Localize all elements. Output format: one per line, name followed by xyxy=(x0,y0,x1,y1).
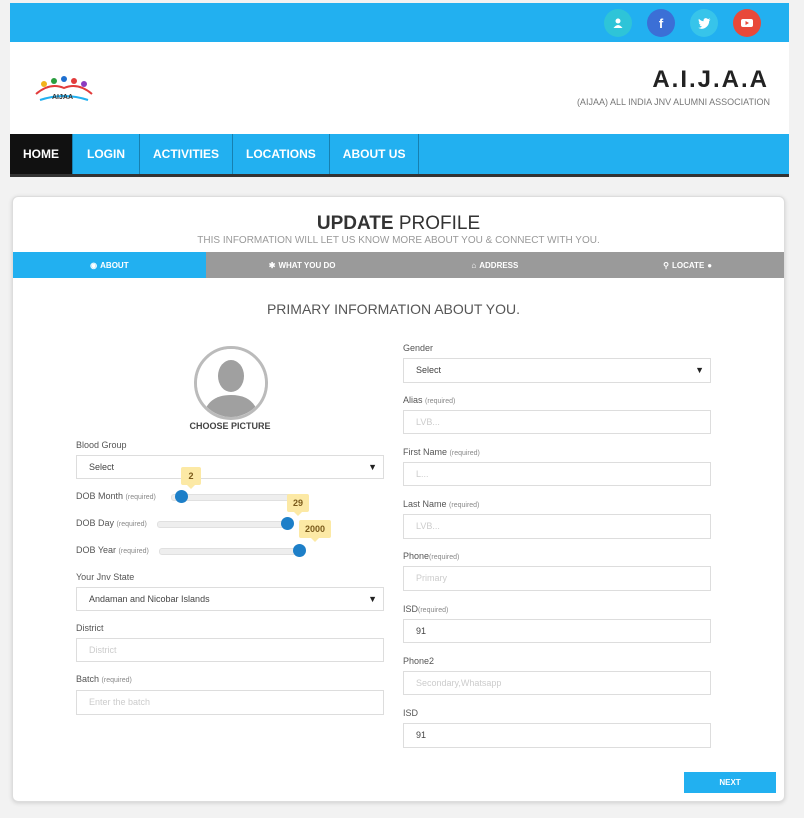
dropdown-caret-icon: ▼ xyxy=(368,462,377,472)
phone2-input[interactable]: Secondary,Whatsapp xyxy=(403,671,711,695)
user-icon[interactable] xyxy=(604,9,632,37)
youtube-logo-icon xyxy=(741,19,753,27)
section-title: PRIMARY INFORMATION ABOUT YOU. xyxy=(266,301,521,317)
last-name-label: Last Name (required) xyxy=(403,499,480,509)
home-icon: ⌂ xyxy=(471,260,477,270)
jnv-state-label: Your Jnv State xyxy=(76,572,135,582)
phone-input[interactable]: Primary xyxy=(403,566,711,591)
phone2-label: Phone2 xyxy=(403,656,435,666)
isd2-label: ISD xyxy=(403,708,419,718)
nav-locations[interactable]: LOCATIONS xyxy=(233,134,330,174)
last-name-input[interactable]: LVB... xyxy=(403,514,711,539)
batch-input[interactable]: Enter the batch xyxy=(76,690,384,715)
dob-day-slider[interactable] xyxy=(157,521,291,528)
nav-home[interactable]: HOME xyxy=(10,134,73,174)
dob-year-label: DOB Year (required) xyxy=(76,545,149,555)
dropdown-caret-icon: ▼ xyxy=(695,365,704,375)
phone-label: Phone(required) xyxy=(403,551,460,561)
dob-month-handle[interactable] xyxy=(175,490,188,503)
twitter-bird-icon xyxy=(697,17,710,29)
wizard-tabs: ◉ ABOUT ✱ WHAT YOU DO ⌂ ADDRESS ⚲ LOCATE ● xyxy=(13,252,784,278)
brand-title: A.I.J.A.A xyxy=(652,66,769,93)
gender-label: Gender xyxy=(403,343,434,353)
facebook-icon[interactable]: f xyxy=(647,9,675,37)
alias-label: Alias (required) xyxy=(403,395,456,405)
tab-about[interactable]: ◉ ABOUT xyxy=(13,252,206,278)
aijaa-logo[interactable]: AIJAA xyxy=(30,72,98,112)
dob-month-slider[interactable] xyxy=(171,494,291,501)
page-title: UPDATE PROFILE xyxy=(316,213,481,234)
district-input[interactable]: District xyxy=(76,638,384,662)
gender-select[interactable]: Select ▼ xyxy=(403,358,711,383)
nav-activities[interactable]: ACTIVITIES xyxy=(140,134,234,174)
twitter-icon[interactable] xyxy=(690,9,718,37)
tab-address[interactable]: ⌂ ADDRESS xyxy=(398,252,592,278)
gear-icon: ✱ xyxy=(268,260,276,270)
isd2-input[interactable]: 91 xyxy=(403,723,711,748)
dob-month-tooltip: 2 xyxy=(181,467,201,489)
dob-day-handle[interactable] xyxy=(281,517,294,530)
district-label: District xyxy=(76,623,104,633)
tab-what-you-do[interactable]: ✱ WHAT YOU DO xyxy=(205,252,399,278)
map-marker-icon: ⚲ xyxy=(663,260,669,270)
avatar-placeholder-icon xyxy=(197,349,265,417)
svg-text:AIJAA: AIJAA xyxy=(52,94,73,101)
tab-locate[interactable]: ⚲ LOCATE ● xyxy=(591,252,784,278)
dropdown-caret-icon: ▼ xyxy=(368,594,377,604)
user-glyph-icon xyxy=(613,18,623,28)
main-nav: HOME LOGIN ACTIVITIES LOCATIONS ABOUT US xyxy=(10,134,789,177)
isd-label: ISD(required) xyxy=(403,604,449,614)
blood-group-select[interactable]: Select ▼ xyxy=(76,455,384,479)
batch-label: Batch (required) xyxy=(76,674,132,684)
update-profile-card: UPDATE PROFILE THIS INFORMATION WILL LET… xyxy=(12,196,785,802)
nav-login[interactable]: LOGIN xyxy=(73,134,140,174)
dob-day-label: DOB Day (required) xyxy=(76,518,147,528)
blood-group-label: Blood Group xyxy=(76,440,127,450)
jnv-state-select[interactable]: Andaman and Nicobar Islands ▼ xyxy=(76,587,384,611)
profile-picture[interactable] xyxy=(194,346,268,420)
site-header: AIJAA A.I.J.A.A (AIJAA) ALL INDIA JNV AL… xyxy=(10,42,789,134)
page-subtitle: THIS INFORMATION WILL LET US KNOW MORE A… xyxy=(197,235,600,246)
first-name-label: First Name (required) xyxy=(403,447,480,457)
top-bar: f xyxy=(10,3,789,42)
dob-year-tooltip: 2000 xyxy=(299,520,331,542)
logo-figures-icon: AIJAA xyxy=(35,76,93,101)
dob-year-slider[interactable] xyxy=(159,548,303,555)
dob-month-label: DOB Month (required) xyxy=(76,491,156,501)
nav-about-us[interactable]: ABOUT US xyxy=(330,134,420,174)
youtube-icon[interactable] xyxy=(733,9,761,37)
alias-input[interactable]: LVB... xyxy=(403,410,711,434)
choose-picture-label[interactable]: CHOOSE PICTURE xyxy=(163,421,297,431)
first-name-input[interactable]: L... xyxy=(403,462,711,486)
isd-input[interactable]: 91 xyxy=(403,619,711,643)
dob-year-handle[interactable] xyxy=(293,544,306,557)
dob-day-tooltip: 29 xyxy=(287,494,309,516)
next-button[interactable]: NEXT xyxy=(684,772,776,793)
brand-subtitle: (AIJAA) ALL INDIA JNV ALUMNI ASSOCIATION xyxy=(576,97,770,107)
eye-icon: ◉ xyxy=(90,260,98,270)
globe-icon: ● xyxy=(707,260,713,270)
